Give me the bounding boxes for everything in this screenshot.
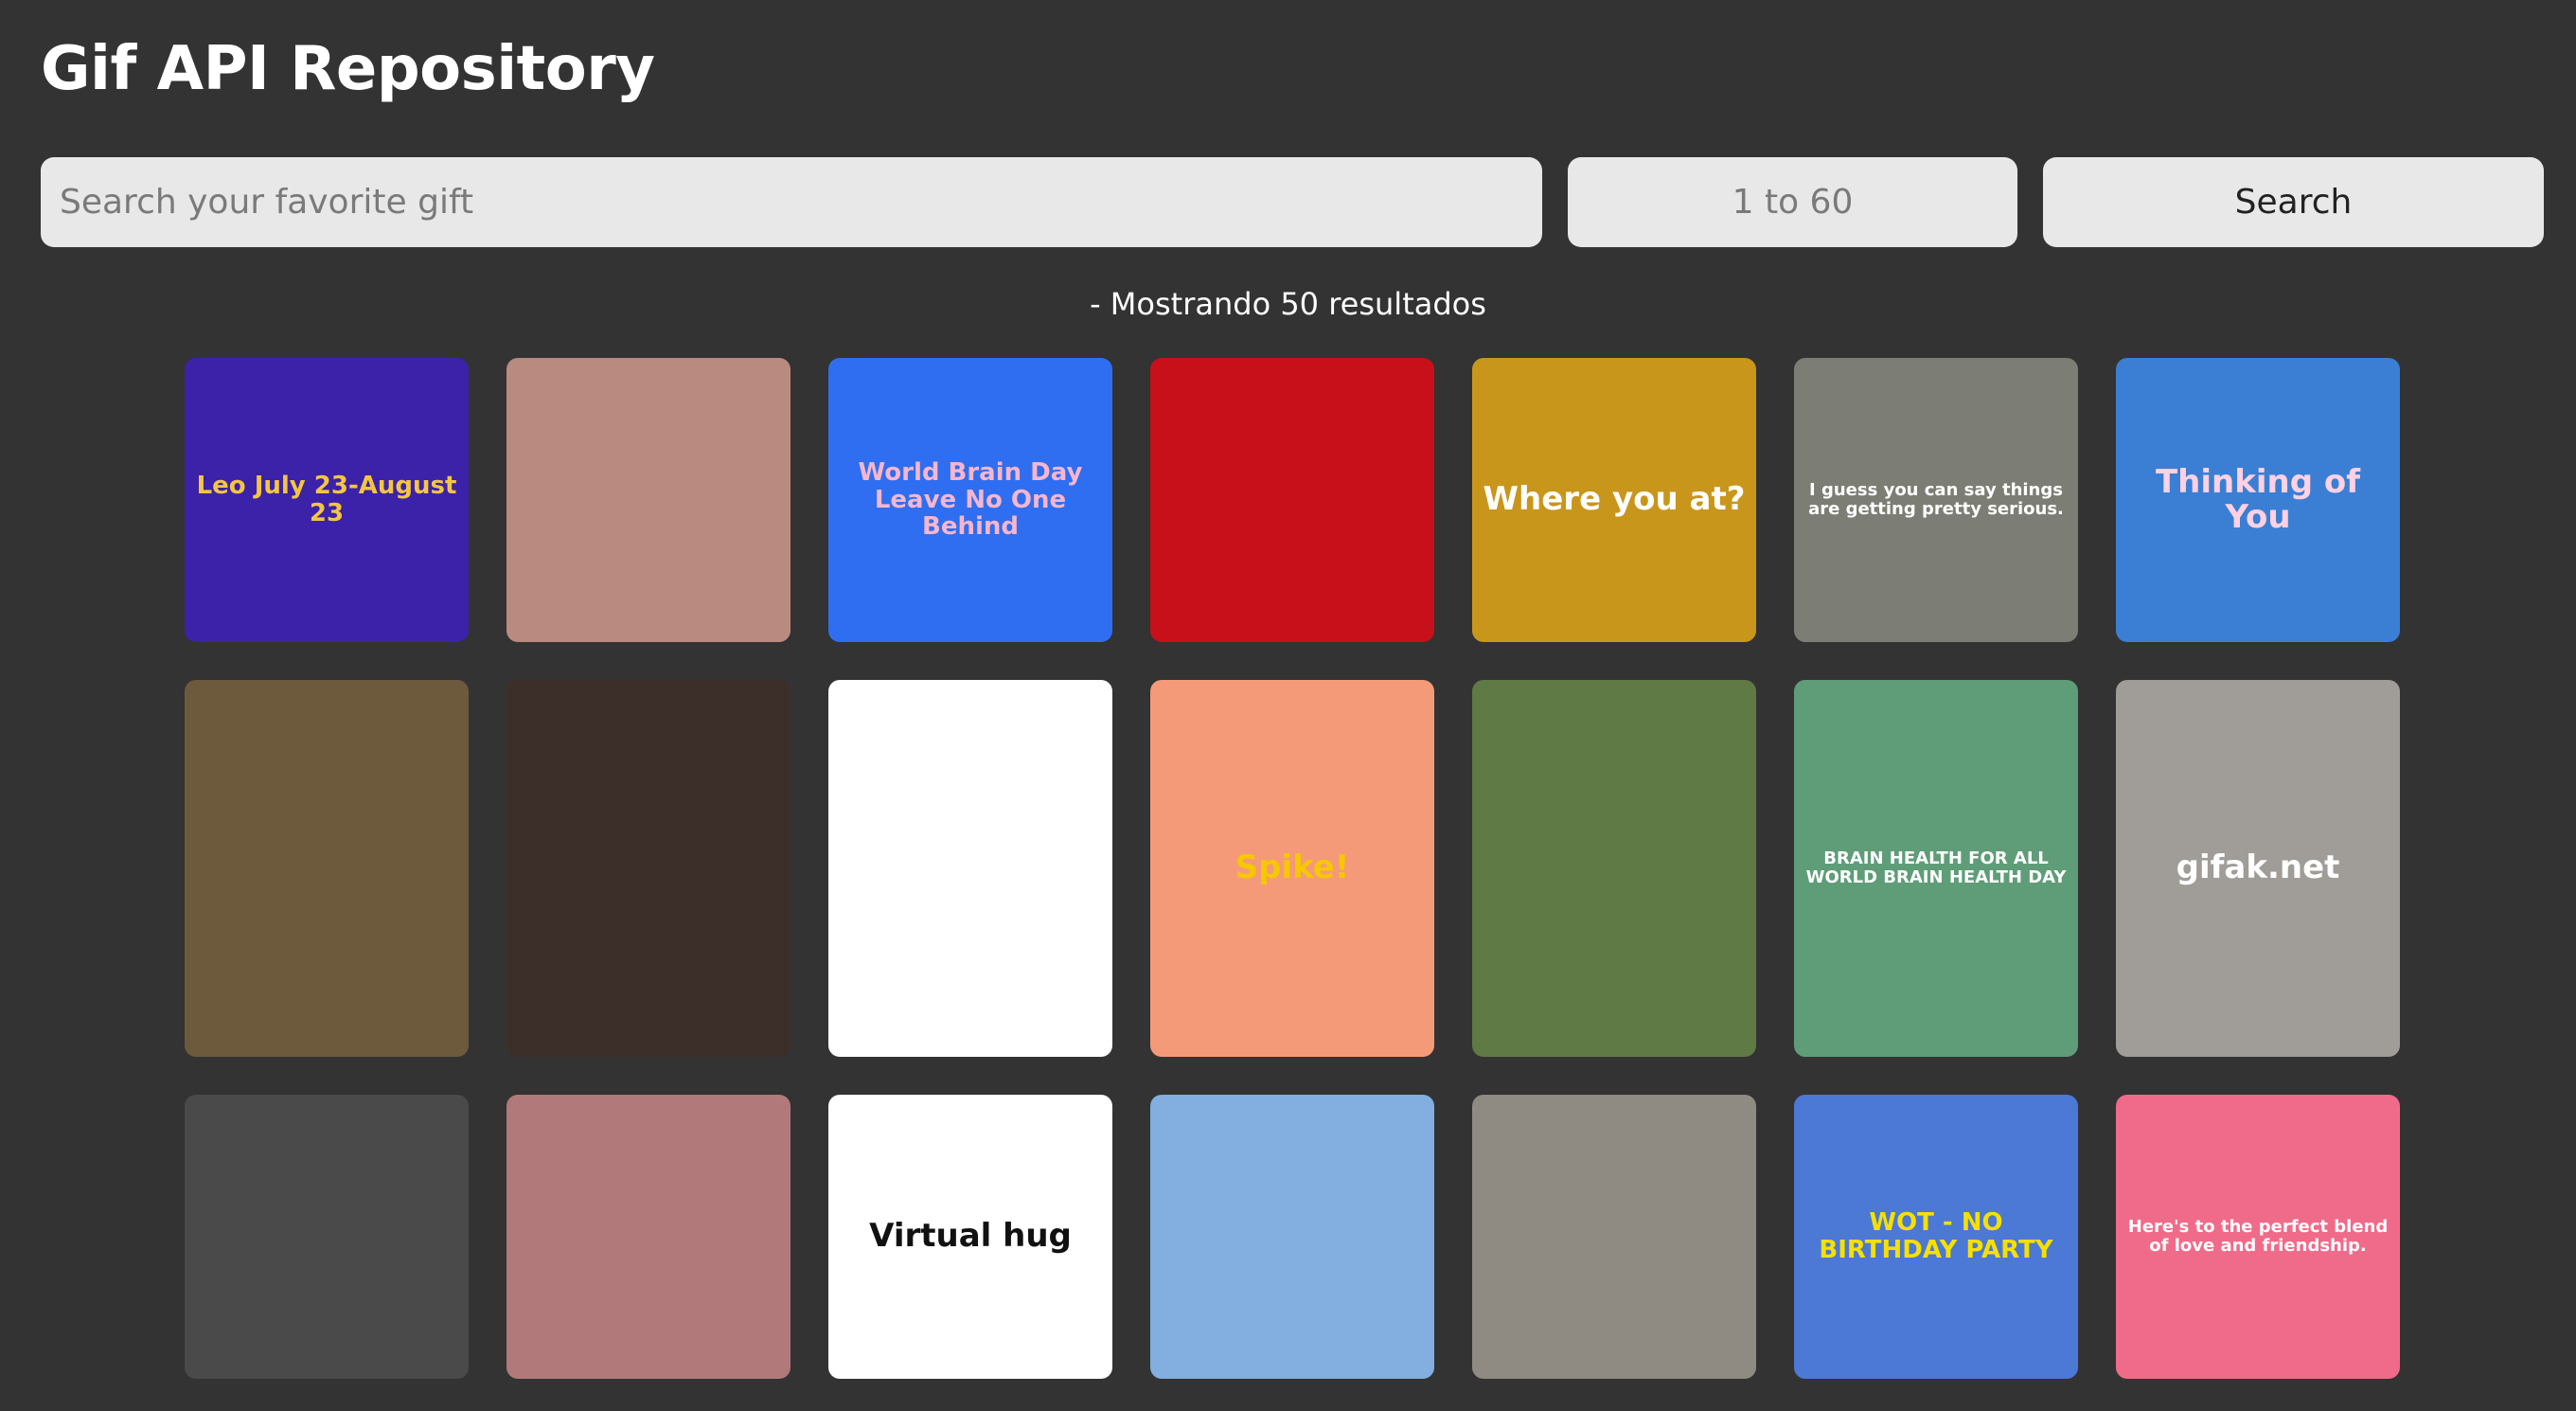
- gif-tile[interactable]: Spike!: [1150, 680, 1434, 1057]
- gif-tile[interactable]: BRAIN HEALTH FOR ALL WORLD BRAIN HEALTH …: [1794, 680, 2078, 1057]
- gif-tile[interactable]: [185, 1095, 469, 1379]
- gif-tile[interactable]: [1472, 680, 1756, 1057]
- gif-caption: [317, 859, 336, 878]
- gif-tile[interactable]: [828, 680, 1112, 1057]
- gif-tile[interactable]: Virtual hug: [828, 1095, 1112, 1379]
- search-button[interactable]: Search: [2043, 157, 2544, 247]
- gif-tile[interactable]: WOT - NO BIRTHDAY PARTY: [1794, 1095, 2078, 1379]
- gif-caption: gifak.net: [2176, 848, 2340, 887]
- gif-caption: WOT - NO BIRTHDAY PARTY: [1819, 1208, 2053, 1264]
- page-title: Gif API Repository: [41, 34, 655, 104]
- gif-caption: [1605, 859, 1624, 878]
- gif-tile[interactable]: [1150, 1095, 1434, 1379]
- gif-caption: [639, 859, 658, 878]
- gif-tile[interactable]: Leo July 23-August 23: [185, 358, 469, 642]
- gif-tile[interactable]: Here's to the perfect blend of love and …: [2116, 1095, 2400, 1379]
- gif-tile[interactable]: [506, 680, 791, 1057]
- gif-tile[interactable]: [1150, 358, 1434, 642]
- gif-caption: [961, 859, 980, 878]
- gif-tile[interactable]: [506, 358, 791, 642]
- gif-tile[interactable]: I guess you can say things are getting p…: [1794, 358, 2078, 642]
- results-count: - Mostrando 50 resultados: [1090, 286, 1486, 322]
- gif-caption: [639, 491, 658, 509]
- search-input[interactable]: [41, 157, 1542, 247]
- gif-caption: Leo July 23-August 23: [196, 472, 457, 527]
- gif-caption: Where you at?: [1483, 480, 1746, 519]
- gif-caption: World Brain Day Leave No One Behind: [858, 458, 1083, 542]
- gif-tile[interactable]: Thinking of You: [2116, 358, 2400, 642]
- gif-caption: [1283, 491, 1302, 509]
- gif-caption: Spike!: [1235, 848, 1350, 887]
- gif-tile[interactable]: gifak.net: [2116, 680, 2400, 1057]
- range-input[interactable]: [1568, 157, 2017, 247]
- gif-grid: Leo July 23-August 23 World Brain Day Lea…: [185, 358, 2400, 1379]
- gif-caption: [317, 1227, 336, 1246]
- gif-caption: [1283, 1227, 1302, 1246]
- gif-caption: Virtual hug: [869, 1217, 1072, 1256]
- gif-caption: Here's to the perfect blend of love and …: [2127, 1217, 2389, 1256]
- gif-tile[interactable]: [185, 680, 469, 1057]
- gif-caption: Thinking of You: [2155, 462, 2361, 536]
- gif-caption: I guess you can say things are getting p…: [1808, 480, 2064, 519]
- gif-caption: [639, 1227, 658, 1246]
- gif-tile[interactable]: World Brain Day Leave No One Behind: [828, 358, 1112, 642]
- gif-caption: BRAIN HEALTH FOR ALL WORLD BRAIN HEALTH …: [1805, 848, 2067, 887]
- gif-tile[interactable]: [1472, 1095, 1756, 1379]
- gif-tile[interactable]: [506, 1095, 791, 1379]
- gif-caption: [1605, 1227, 1624, 1246]
- gif-tile[interactable]: Where you at?: [1472, 358, 1756, 642]
